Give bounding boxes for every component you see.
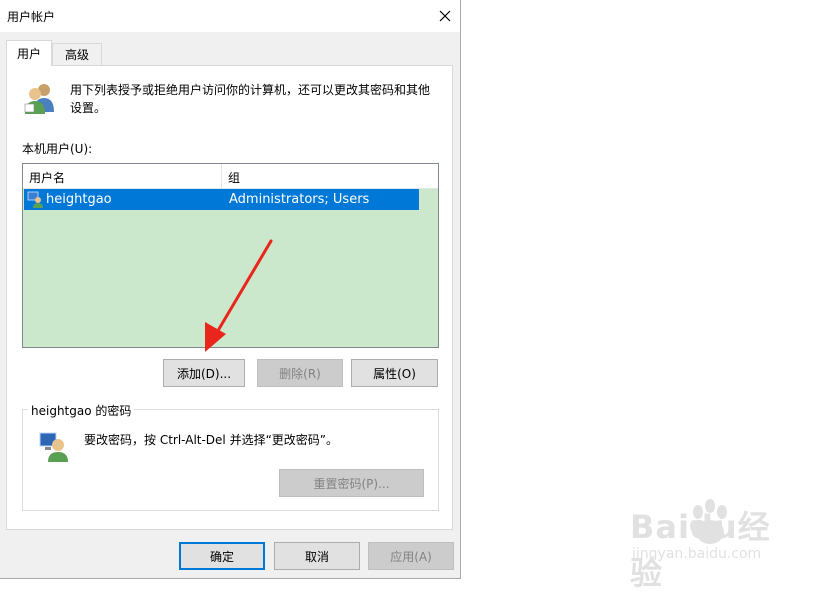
password-instructions: 要改密码，按 Ctrl-Alt-Del 并选择“更改密码”。 bbox=[84, 433, 339, 447]
properties-button[interactable]: 属性(O) bbox=[351, 359, 438, 387]
reset-password-button[interactable]: 重置密码(P)... bbox=[279, 469, 424, 497]
tab-users[interactable]: 用户 bbox=[6, 40, 52, 66]
close-icon bbox=[439, 10, 451, 22]
apply-button[interactable]: 应用(A) bbox=[368, 542, 454, 570]
baidu-jingyan-watermark: Baidu经验 jingyan.baidu.com bbox=[598, 488, 798, 592]
remove-button[interactable]: 删除(R) bbox=[257, 359, 343, 387]
password-user-icon bbox=[39, 432, 68, 462]
password-group-title: heightgao 的密码 bbox=[28, 402, 135, 419]
add-button[interactable]: 添加(D)... bbox=[163, 359, 245, 387]
close-button[interactable] bbox=[430, 2, 460, 30]
cancel-button[interactable]: 取消 bbox=[274, 542, 360, 570]
watermark-url: jingyan.baidu.com bbox=[632, 546, 762, 562]
tab-users-label: 用户 bbox=[16, 47, 41, 61]
ok-button[interactable]: 确定 bbox=[179, 542, 265, 570]
